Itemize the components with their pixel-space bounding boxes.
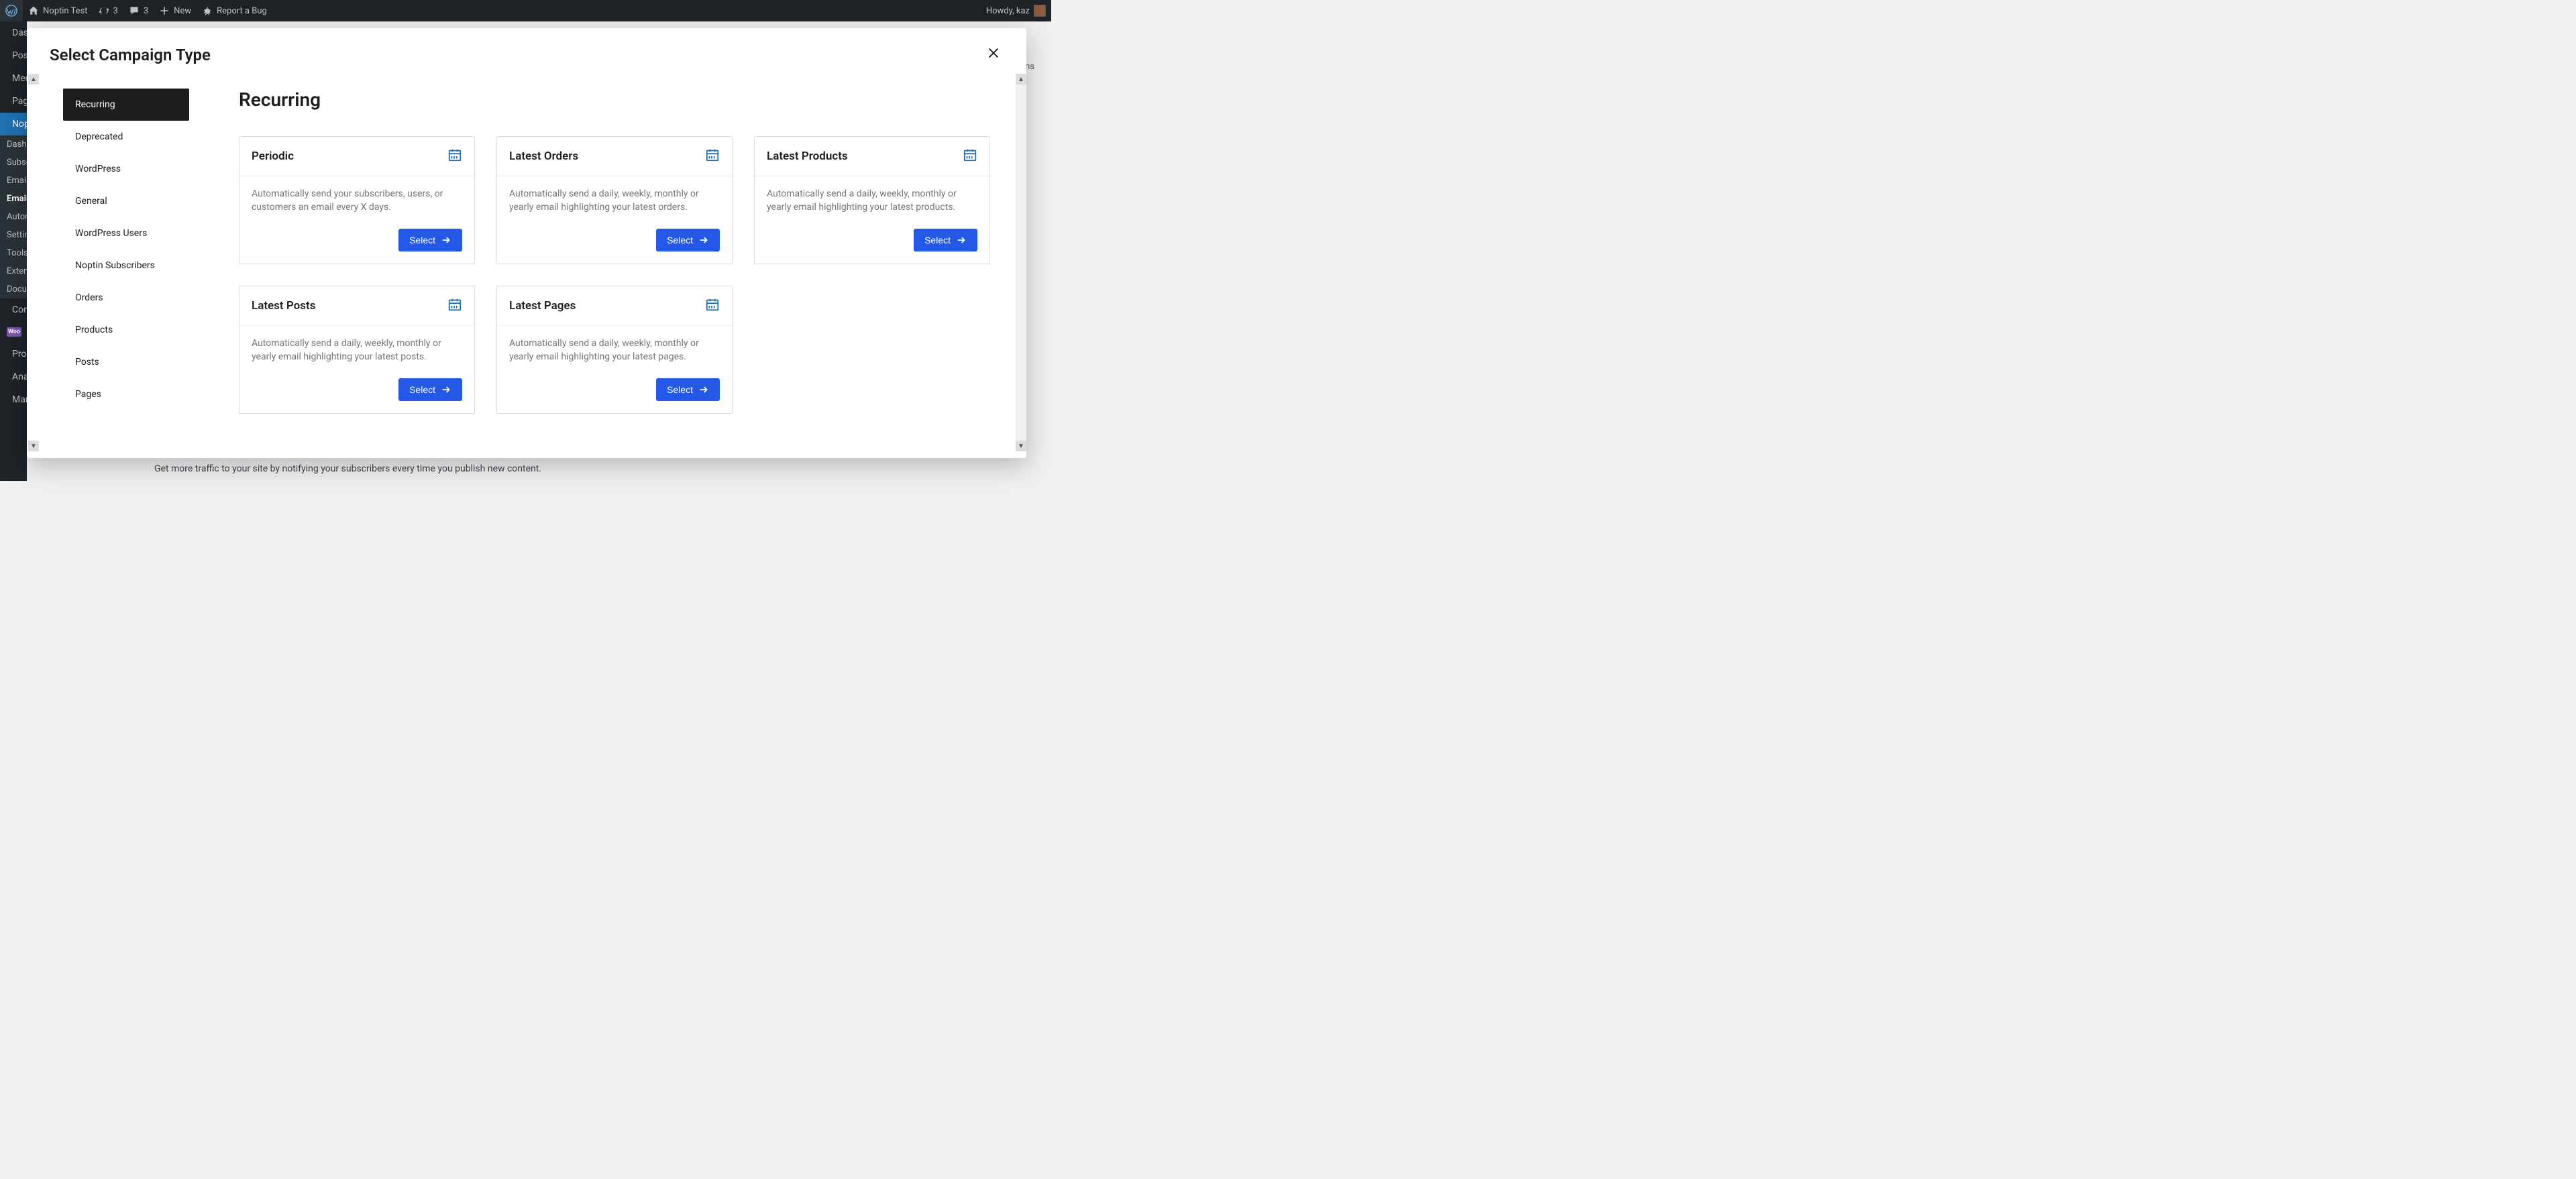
calendar-icon <box>705 148 720 165</box>
arrow-right-icon <box>698 235 709 245</box>
avatar <box>1034 5 1046 17</box>
updates-link[interactable]: 3 <box>93 0 123 21</box>
calendar-icon <box>447 297 462 315</box>
bug-link[interactable]: Report a Bug <box>197 0 272 21</box>
site-name: Noptin Test <box>43 6 88 16</box>
menu-products[interactable]: Products <box>0 343 27 366</box>
modal-header: Select Campaign Type <box>27 28 1026 74</box>
woo-icon: Woo <box>7 327 21 337</box>
card-latest-pages: Latest Pages Automatically send a daily,… <box>496 286 733 414</box>
modal-content: Recurring Periodic Automatically send yo… <box>212 74 1016 451</box>
sub-extensions[interactable]: Extensions <box>0 262 27 280</box>
account-link[interactable]: Howdy, kaz <box>986 5 1051 17</box>
tabs-scrollbar[interactable]: ▲ ▼ <box>27 74 40 451</box>
arrow-right-icon <box>956 235 967 245</box>
card-title: Latest Orders <box>509 150 578 163</box>
modal-close-button[interactable] <box>983 43 1004 67</box>
card-periodic: Periodic Automatically send your subscri… <box>239 136 475 264</box>
card-desc: Automatically send a daily, weekly, mont… <box>509 337 720 366</box>
campaign-type-modal: Select Campaign Type ▲ ▼ Recurring Depre… <box>27 28 1026 458</box>
menu-media[interactable]: Media <box>0 67 27 90</box>
card-title: Periodic <box>252 150 294 163</box>
wp-admin-sidebar: Dashboard Posts Media Pages Noptin Dashb… <box>0 21 27 481</box>
tab-deprecated[interactable]: Deprecated <box>63 121 189 153</box>
sub-dashboard[interactable]: Dashboard <box>0 135 27 154</box>
select-latest-orders-button[interactable]: Select <box>656 229 720 251</box>
card-latest-orders: Latest Orders Automatically send a daily… <box>496 136 733 264</box>
howdy-text: Howdy, kaz <box>986 6 1030 16</box>
content-scrollbar[interactable]: ▲ ▼ <box>1016 74 1026 451</box>
tab-wp-users[interactable]: WordPress Users <box>63 217 189 249</box>
content-scroll-up[interactable]: ▲ <box>1016 74 1026 85</box>
tab-recurring[interactable]: Recurring <box>63 89 189 121</box>
comments-link[interactable]: 3 <box>123 0 154 21</box>
tab-posts[interactable]: Posts <box>63 346 189 378</box>
menu-woocommerce[interactable]: Woo WooCommerce <box>0 321 27 343</box>
arrow-right-icon <box>698 384 709 395</box>
tab-pages[interactable]: Pages <box>63 378 189 410</box>
select-latest-pages-button[interactable]: Select <box>656 378 720 401</box>
menu-dashboard[interactable]: Dashboard <box>0 21 27 44</box>
select-latest-posts-button[interactable]: Select <box>398 378 462 401</box>
sub-tools[interactable]: Tools <box>0 244 27 262</box>
menu-marketing[interactable]: Marketing <box>0 388 27 411</box>
calendar-icon <box>447 148 462 165</box>
updates-count: 3 <box>113 6 118 16</box>
bg-npn-desc: Get more traffic to your site by notifyi… <box>154 463 1038 474</box>
arrow-right-icon <box>441 384 451 395</box>
close-icon <box>986 46 1001 60</box>
tabs-scroll-up[interactable]: ▲ <box>28 74 39 85</box>
sub-automation[interactable]: Automation Rules <box>0 208 27 226</box>
sub-email-forms[interactable]: Email Forms <box>0 172 27 190</box>
card-grid: Periodic Automatically send your subscri… <box>239 136 989 414</box>
card-title: Latest Posts <box>252 299 315 313</box>
card-title: Latest Products <box>767 150 848 163</box>
tab-orders[interactable]: Orders <box>63 282 189 314</box>
menu-analytics[interactable]: Analytics <box>0 366 27 388</box>
site-link[interactable]: Noptin Test <box>23 0 93 21</box>
menu-posts[interactable]: Posts <box>0 44 27 67</box>
modal-title: Select Campaign Type <box>50 46 211 64</box>
card-desc: Automatically send a daily, weekly, mont… <box>252 337 462 366</box>
menu-noptin[interactable]: Noptin <box>0 113 27 135</box>
bug-label: Report a Bug <box>217 6 267 16</box>
card-desc: Automatically send your subscribers, use… <box>252 187 462 217</box>
card-title: Latest Pages <box>509 299 576 313</box>
new-link[interactable]: New <box>154 0 197 21</box>
calendar-icon <box>963 148 977 165</box>
content-scroll-down[interactable]: ▼ <box>1016 441 1026 451</box>
select-latest-products-button[interactable]: Select <box>914 229 977 251</box>
card-latest-products: Latest Products Automatically send a dai… <box>754 136 990 264</box>
tab-wordpress[interactable]: WordPress <box>63 153 189 185</box>
modal-tabs: Recurring Deprecated WordPress General W… <box>40 74 212 451</box>
sub-docs[interactable]: Documentation <box>0 280 27 298</box>
content-heading: Recurring <box>239 89 989 111</box>
comments-count: 3 <box>144 6 148 16</box>
menu-pages[interactable]: Pages <box>0 90 27 113</box>
sub-email-campaigns[interactable]: Email Campaigns <box>0 190 27 208</box>
tab-products[interactable]: Products <box>63 314 189 346</box>
card-desc: Automatically send a daily, weekly, mont… <box>509 187 720 217</box>
menu-comments[interactable]: Comments <box>0 298 27 321</box>
arrow-right-icon <box>441 235 451 245</box>
tab-noptin-subscribers[interactable]: Noptin Subscribers <box>63 249 189 282</box>
tabs-scroll-down[interactable]: ▼ <box>28 441 39 451</box>
wp-adminbar: Noptin Test 3 3 New Report a Bug Howdy, … <box>0 0 1051 21</box>
wp-logo[interactable] <box>0 0 23 21</box>
select-periodic-button[interactable]: Select <box>398 229 462 251</box>
sub-settings[interactable]: Settings <box>0 226 27 244</box>
noptin-submenu: Dashboard Subscribers Email Forms Email … <box>0 135 27 298</box>
new-label: New <box>174 6 191 16</box>
calendar-icon <box>705 297 720 315</box>
card-desc: Automatically send a daily, weekly, mont… <box>767 187 977 217</box>
tab-general[interactable]: General <box>63 185 189 217</box>
sub-subscribers[interactable]: Subscribers <box>0 154 27 172</box>
modal-body: ▲ ▼ Recurring Deprecated WordPress Gener… <box>27 74 1026 458</box>
card-latest-posts: Latest Posts Automatically send a daily,… <box>239 286 475 414</box>
